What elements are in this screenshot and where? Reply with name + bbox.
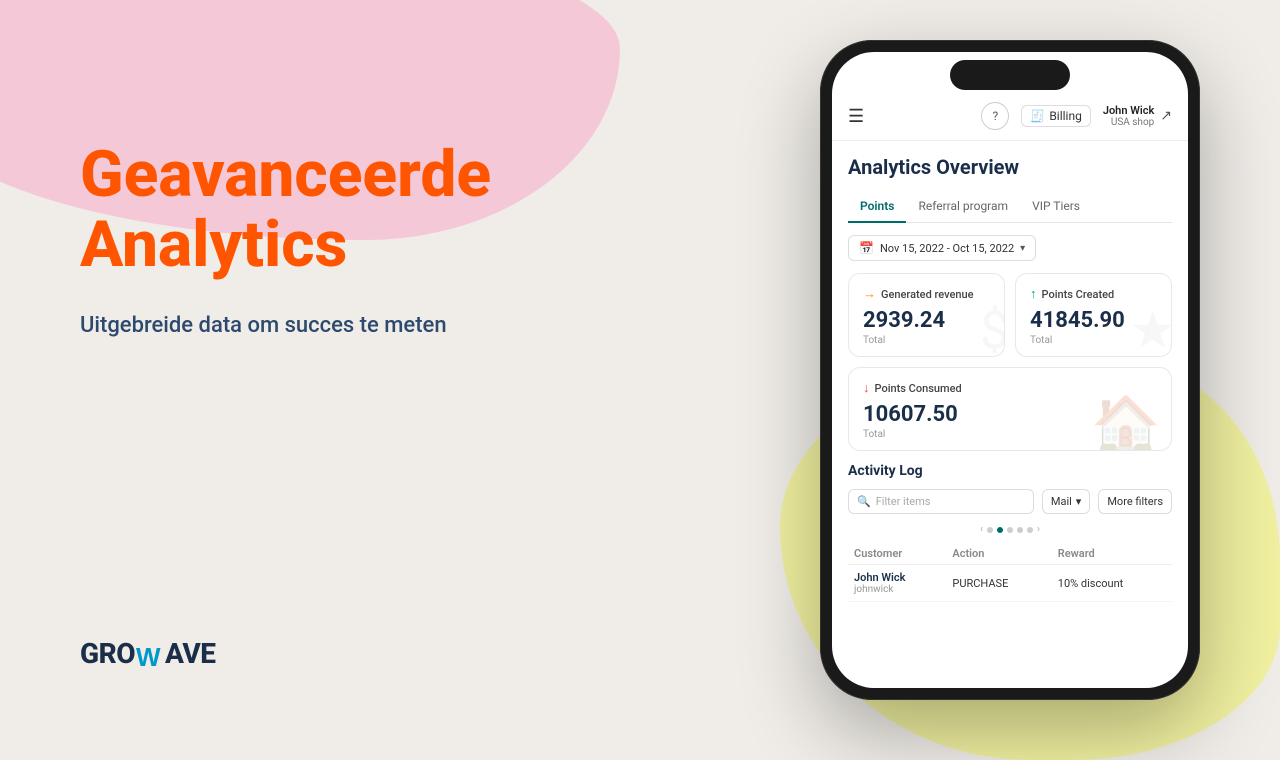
analytics-title: Analytics Overview <box>848 155 1172 179</box>
search-icon: 🔍 <box>857 495 871 508</box>
pagination-dot-4[interactable] <box>1017 527 1023 533</box>
pagination-dot-2[interactable] <box>997 527 1003 533</box>
date-range-picker[interactable]: 📅 Nov 15, 2022 - Oct 15, 2022 ▾ <box>848 235 1036 261</box>
table-header-row: Customer Action Reward <box>848 543 1172 565</box>
filter-mail-dropdown[interactable]: Mail ▾ <box>1042 489 1090 514</box>
user-profile: John Wick USA shop ↗ <box>1103 104 1172 128</box>
user-shop: USA shop <box>1103 117 1154 128</box>
filter-mail-label: Mail <box>1051 495 1072 508</box>
pagination-dot-5[interactable] <box>1027 527 1033 533</box>
logo-wave-letter: W <box>135 637 165 670</box>
phone-frame: ☰ ? 🧾 Billing John Wick USA shop ↗ <box>820 40 1200 700</box>
arrow-up-icon: ↑ <box>1030 286 1037 302</box>
pagination-dots: ‹ › <box>848 524 1172 535</box>
table-cell-action: PURCHASE <box>946 565 1051 602</box>
metric-header-revenue: → Generated revenue <box>863 286 990 302</box>
billing-button[interactable]: 🧾 Billing <box>1021 105 1090 127</box>
hamburger-icon[interactable]: ☰ <box>848 106 864 127</box>
user-name: John Wick <box>1103 104 1154 117</box>
table-row: John Wick johnwick PURCHASE 10% discount <box>848 565 1172 602</box>
pagination-prev-icon[interactable]: ‹ <box>980 524 983 535</box>
table-header-action: Action <box>946 543 1051 565</box>
tab-referral-program[interactable]: Referral program <box>906 191 1020 223</box>
arrow-down-icon: ↓ <box>863 380 870 396</box>
metric-label-points-consumed: Points Consumed <box>875 382 962 395</box>
calendar-icon: 📅 <box>859 241 874 255</box>
customer-name: John Wick <box>854 571 940 584</box>
arrow-right-icon: → <box>863 286 876 302</box>
metric-bg-star-icon: ★ <box>1129 300 1172 357</box>
metric-bg-currency-icon: $ <box>980 300 1005 357</box>
table-cell-customer: John Wick johnwick <box>848 565 946 602</box>
metric-value-revenue: 2939.24 <box>863 308 990 333</box>
logo-suffix: AVE <box>165 637 215 670</box>
main-title: Geavanceerde Analytics <box>80 140 560 281</box>
search-placeholder: Filter items <box>876 495 931 508</box>
phone-screen: ☰ ? 🧾 Billing John Wick USA shop ↗ <box>832 52 1188 688</box>
metric-cards-row: → Generated revenue 2939.24 Total $ ↑ Po… <box>848 273 1172 357</box>
metric-card-points-consumed: ↓ Points Consumed 10607.50 Total 🏠 <box>848 367 1172 451</box>
customer-id: johnwick <box>854 584 940 595</box>
analytics-tabs: Points Referral program VIP Tiers <box>848 191 1172 223</box>
pagination-dot-1[interactable] <box>987 527 993 533</box>
billing-receipt-icon: 🧾 <box>1030 109 1045 123</box>
left-content: Geavanceerde Analytics Uitgebreide data … <box>80 60 560 342</box>
phone-notch <box>950 60 1070 90</box>
logo-prefix: GRO <box>80 637 135 670</box>
filter-more-button[interactable]: More filters <box>1098 489 1172 514</box>
metric-label-revenue: Generated revenue <box>881 288 974 301</box>
left-panel: Geavanceerde Analytics Uitgebreide data … <box>0 0 620 720</box>
user-info: John Wick USA shop <box>1103 104 1154 128</box>
tab-points[interactable]: Points <box>848 191 906 223</box>
filter-more-label: More filters <box>1107 495 1163 508</box>
svg-text:W: W <box>136 642 161 670</box>
table-header-reward: Reward <box>1052 543 1172 565</box>
growave-logo: GRO W AVE <box>80 637 560 670</box>
metric-label-points-created: Points Created <box>1042 288 1115 301</box>
dropdown-caret-icon: ▾ <box>1020 243 1025 254</box>
pagination-next-icon[interactable]: › <box>1037 524 1040 535</box>
activity-table: Customer Action Reward John Wick johnwic… <box>848 543 1172 602</box>
external-link-icon[interactable]: ↗ <box>1160 108 1172 124</box>
billing-label: Billing <box>1049 109 1082 123</box>
metric-bg-gift-icon: 🏠 <box>1091 392 1161 451</box>
table-cell-reward: 10% discount <box>1052 565 1172 602</box>
metric-card-generated-revenue: → Generated revenue 2939.24 Total $ <box>848 273 1005 357</box>
metric-total-revenue: Total <box>863 335 990 346</box>
help-button[interactable]: ? <box>981 102 1009 130</box>
filter-mail-caret-icon: ▾ <box>1076 495 1082 508</box>
pagination-dot-3[interactable] <box>1007 527 1013 533</box>
analytics-content: Analytics Overview Points Referral progr… <box>832 141 1188 688</box>
filter-search-input[interactable]: 🔍 Filter items <box>848 489 1034 514</box>
date-range-text: Nov 15, 2022 - Oct 15, 2022 <box>880 242 1014 255</box>
subtitle: Uitgebreide data om succes te meten <box>80 311 560 342</box>
table-header-customer: Customer <box>848 543 946 565</box>
metric-card-points-created: ↑ Points Created 41845.90 Total ★ <box>1015 273 1172 357</box>
tab-vip-tiers[interactable]: VIP Tiers <box>1020 191 1092 223</box>
phone-mockup: ☰ ? 🧾 Billing John Wick USA shop ↗ <box>820 40 1200 700</box>
activity-filters: 🔍 Filter items Mail ▾ More filters <box>848 489 1172 514</box>
activity-log-title: Activity Log <box>848 463 1172 479</box>
header-right: ? 🧾 Billing John Wick USA shop ↗ <box>981 102 1172 130</box>
